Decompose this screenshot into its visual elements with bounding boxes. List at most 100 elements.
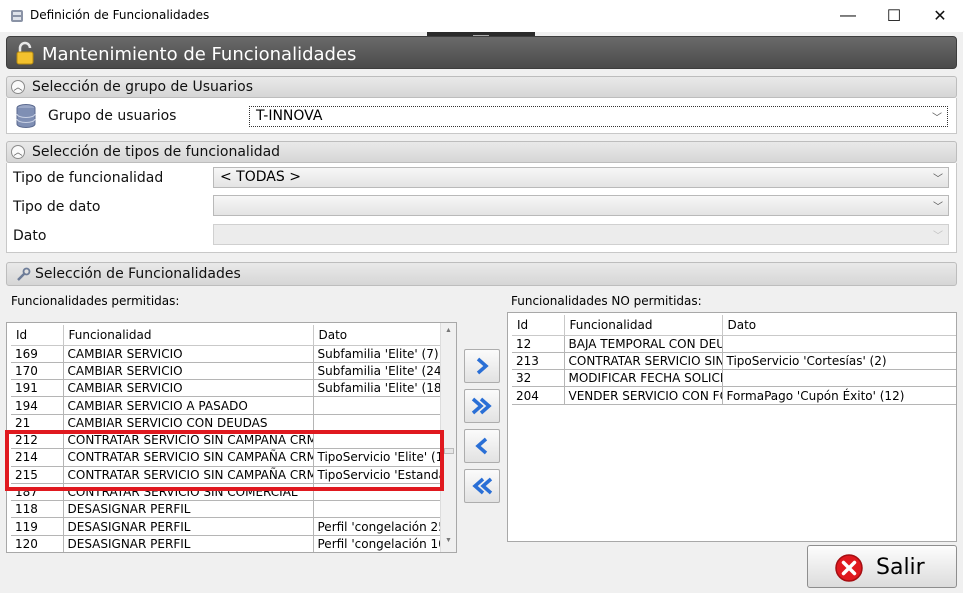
- column-header-dato[interactable]: Dato: [313, 325, 445, 346]
- tools-icon: [17, 267, 31, 281]
- id-cell: 213: [512, 352, 565, 371]
- column-header-id[interactable]: Id: [11, 325, 64, 346]
- tipo-funcionalidad-label: Tipo de funcionalidad: [13, 170, 164, 186]
- funcionalidad-cell: DESASIGNAR PERFIL: [63, 500, 314, 519]
- minimize-button[interactable]: —: [825, 0, 871, 32]
- column-header-funcionalidad[interactable]: Funcionalidad: [564, 315, 723, 336]
- column-header-funcionalidad[interactable]: Funcionalidad: [63, 325, 314, 346]
- funcionalidad-cell: CAMBIAR SERVICIO: [63, 362, 314, 381]
- tipo-funcionalidad-value: < TODAS >: [220, 169, 301, 185]
- funcionalidad-cell: CAMBIAR SERVICIO CON DEUDAS: [63, 414, 314, 432]
- dato-cell: [722, 369, 956, 388]
- maximize-button[interactable]: ☐: [871, 0, 917, 32]
- collapse-icon[interactable]: ︿: [11, 145, 25, 159]
- scroll-up-icon[interactable]: ▲: [445, 327, 452, 334]
- tipo-dato-label: Tipo de dato: [13, 199, 101, 215]
- dato-cell: TipoServicio 'Cortesías' (2): [722, 352, 956, 371]
- dato-cell: [313, 500, 445, 519]
- id-cell: 32: [512, 369, 565, 388]
- dato-label: Dato: [13, 228, 47, 244]
- window-title: Definición de Funcionalidades: [30, 8, 210, 22]
- user-group-label: Grupo de usuarios: [48, 108, 177, 124]
- double-chevron-left-icon: [472, 477, 493, 495]
- funcionalidad-cell: DESASIGNAR PERFIL: [63, 535, 314, 552]
- dato-cell: FormaPago 'Cupón Éxito' (12): [722, 386, 956, 405]
- funcionalidad-cell: CAMBIAR SERVICIO A PASADO: [63, 396, 314, 415]
- table-row[interactable]: 194 CAMBIAR SERVICIO A PASADO: [11, 396, 445, 415]
- id-cell: 119: [11, 517, 64, 536]
- chevron-left-icon: [475, 437, 488, 455]
- dato-cell: Perfil 'congelación 25%: [313, 517, 445, 536]
- table-row[interactable]: 204 VENDER SERVICIO CON FOF FormaPago 'Cup…: [512, 386, 956, 405]
- funcionalidad-cell: VENDER SERVICIO CON FOF: [564, 386, 723, 405]
- allowed-label: Funcionalidades permitidas:: [11, 294, 180, 308]
- table-row[interactable]: 170 CAMBIAR SERVICIO Subfamilia 'Elite' (2…: [11, 362, 445, 381]
- id-cell: 118: [11, 500, 64, 519]
- table-row[interactable]: 120 DESASIGNAR PERFIL Perfil 'congelación …: [11, 535, 445, 552]
- table-row[interactable]: 12 BAJA TEMPORAL CON DEUD: [512, 335, 956, 353]
- chevron-down-icon: ﹀: [933, 202, 943, 213]
- table-row[interactable]: 118 DESASIGNAR PERFIL: [11, 500, 445, 519]
- funcionalidad-cell: CAMBIAR SERVICIO: [63, 345, 314, 363]
- collapse-icon[interactable]: ︿: [11, 80, 25, 94]
- type-section-bar[interactable]: ︿ Selección de tipos de funcionalidad: [6, 141, 957, 163]
- id-cell: 169: [11, 345, 64, 363]
- move-all-right-button[interactable]: [464, 389, 500, 423]
- database-icon: [16, 104, 36, 128]
- id-cell: 170: [11, 362, 64, 381]
- dato-select: ﹀: [213, 224, 949, 245]
- move-right-button[interactable]: [464, 349, 500, 383]
- dato-cell: Subfamilia 'Elite' (7): [313, 345, 445, 363]
- column-header-dato[interactable]: Dato: [722, 315, 956, 336]
- id-cell: 12: [512, 335, 565, 353]
- table-row[interactable]: 213 CONTRATAR SERVICIO SIN TipoServicio 'C…: [512, 352, 956, 371]
- scroll-down-icon[interactable]: ▼: [445, 537, 452, 544]
- dato-cell: Subfamilia 'Elite' (18): [313, 379, 445, 398]
- type-section-title: Selección de tipos de funcionalidad: [32, 144, 281, 160]
- table-row[interactable]: 169 CAMBIAR SERVICIO Subfamilia 'Elite' (7…: [11, 345, 445, 363]
- scroll-thumb[interactable]: [444, 448, 454, 454]
- id-cell: 21: [11, 414, 64, 432]
- id-cell: 191: [11, 379, 64, 398]
- table-row[interactable]: 32 MODIFICAR FECHA SOLICIT: [512, 369, 956, 388]
- page-title: Mantenimiento de Funcionalidades: [42, 44, 357, 65]
- funcionalidad-cell: CAMBIAR SERVICIO: [63, 379, 314, 398]
- chevron-down-icon: ﹀: [933, 231, 943, 242]
- func-section-bar: Selección de Funcionalidades: [6, 262, 957, 286]
- not-allowed-grid[interactable]: Id Funcionalidad Dato 12 BAJA TEMPORAL CO…: [507, 312, 957, 542]
- column-header-id[interactable]: Id: [512, 315, 565, 336]
- id-cell: 120: [11, 535, 64, 552]
- highlight-box: [5, 430, 444, 491]
- funcionalidad-cell: BAJA TEMPORAL CON DEUD: [564, 335, 723, 353]
- dato-cell: [722, 335, 956, 353]
- id-cell: 194: [11, 396, 64, 415]
- double-chevron-right-icon: [471, 397, 492, 415]
- dato-cell: [313, 414, 445, 432]
- tipo-funcionalidad-select[interactable]: < TODAS > ﹀: [213, 167, 949, 188]
- funcionalidad-cell: MODIFICAR FECHA SOLICIT: [564, 369, 723, 388]
- table-row[interactable]: 21 CAMBIAR SERVICIO CON DEUDAS: [11, 414, 445, 432]
- user-group-section-title: Selección de grupo de Usuarios: [32, 79, 253, 95]
- move-all-left-button[interactable]: [464, 469, 500, 503]
- user-group-section-bar[interactable]: ︿ Selección de grupo de Usuarios: [6, 76, 957, 98]
- user-group-select[interactable]: T-INNOVA ﹀: [249, 106, 948, 127]
- func-section-title: Selección de Funcionalidades: [35, 266, 241, 282]
- dato-cell: Subfamilia 'Elite' (24): [313, 362, 445, 381]
- move-left-button[interactable]: [464, 429, 500, 463]
- app-icon: [11, 10, 23, 22]
- chevron-down-icon: ﹀: [932, 113, 942, 124]
- salir-button[interactable]: Salir: [807, 545, 957, 588]
- id-cell: 204: [512, 386, 565, 405]
- table-row[interactable]: 119 DESASIGNAR PERFIL Perfil 'congelación …: [11, 517, 445, 536]
- salir-label: Salir: [876, 555, 925, 580]
- funcionalidad-cell: CONTRATAR SERVICIO SIN: [564, 352, 723, 371]
- user-group-value: T-INNOVA: [256, 108, 323, 124]
- close-button[interactable]: ✕: [917, 0, 963, 32]
- dato-cell: [313, 396, 445, 415]
- dato-cell: Perfil 'congelación 100: [313, 535, 445, 552]
- chevron-down-icon: ﹀: [933, 174, 943, 185]
- table-row[interactable]: 191 CAMBIAR SERVICIO Subfamilia 'Elite' (1…: [11, 379, 445, 398]
- lock-icon: [16, 41, 34, 65]
- tipo-dato-select[interactable]: ﹀: [213, 195, 949, 216]
- close-circle-icon: [835, 554, 863, 582]
